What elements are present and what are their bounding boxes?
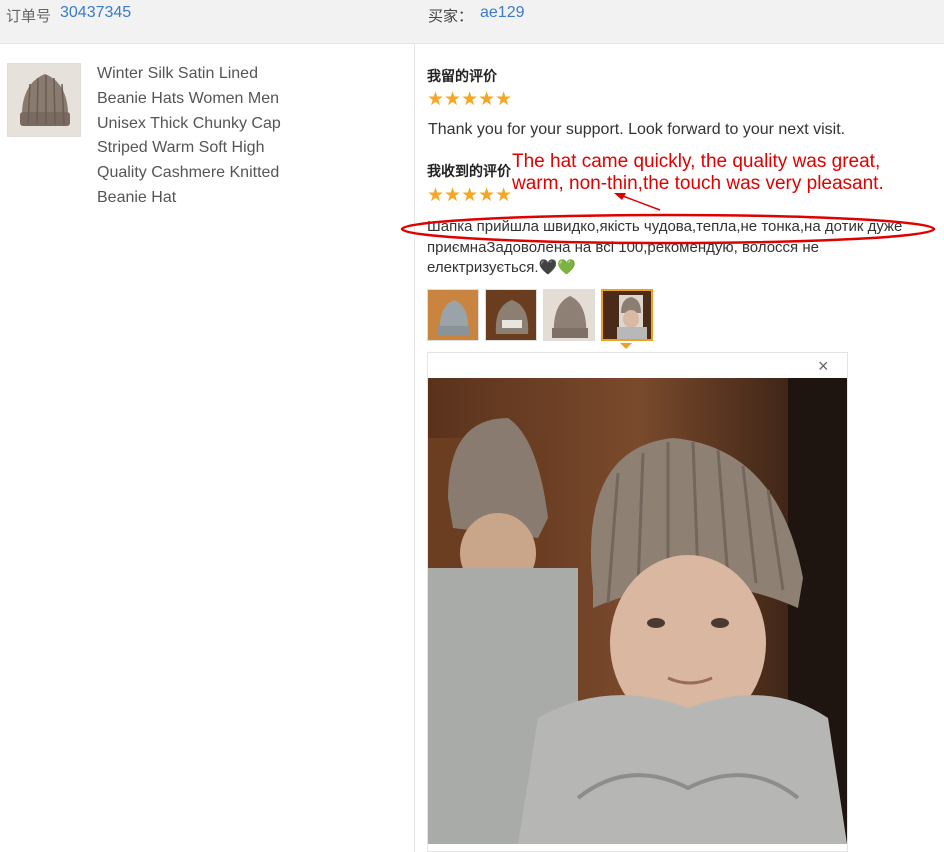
buyer-name-link[interactable]: ae129 bbox=[480, 4, 525, 22]
review-photo-large bbox=[428, 378, 847, 844]
translation-annotation-line2: warm, non-thin,the touch was very pleasa… bbox=[512, 173, 884, 194]
review-photo-thumb-1[interactable] bbox=[427, 289, 479, 341]
order-number-link[interactable]: 30437345 bbox=[60, 4, 131, 22]
order-number-label: 订单号 bbox=[6, 8, 52, 25]
column-divider bbox=[414, 44, 415, 852]
my-review-text: Thank you for your support. Look forward… bbox=[428, 121, 846, 138]
received-review-text: Шапка прийшла швидко,якість чудова,тепла… bbox=[427, 218, 903, 276]
annotation-arrow bbox=[619, 194, 661, 211]
review-photo-thumb-4-selected[interactable] bbox=[601, 289, 653, 341]
product-thumbnail[interactable] bbox=[7, 63, 81, 137]
my-review-stars: ★★★★★ bbox=[427, 89, 513, 110]
translation-annotation-line1: The hat came quickly, the quality was gr… bbox=[512, 151, 881, 172]
review-photo-thumb-3[interactable] bbox=[543, 289, 595, 341]
review-photo-thumb-2[interactable] bbox=[485, 289, 537, 341]
order-header-bar: 订单号 30437345 买家： ae129 bbox=[0, 0, 944, 44]
buyer-label: 买家： bbox=[428, 8, 474, 25]
my-review-heading: 我留的评价 bbox=[427, 68, 497, 84]
selected-photo-caret bbox=[620, 343, 632, 349]
product-title-link[interactable]: Winter Silk Satin Lined Beanie Hats Wome… bbox=[97, 62, 312, 211]
received-review-heading: 我收到的评价 bbox=[427, 163, 511, 179]
received-review-stars: ★★★★★ bbox=[427, 185, 513, 206]
close-icon[interactable]: × bbox=[818, 357, 829, 375]
